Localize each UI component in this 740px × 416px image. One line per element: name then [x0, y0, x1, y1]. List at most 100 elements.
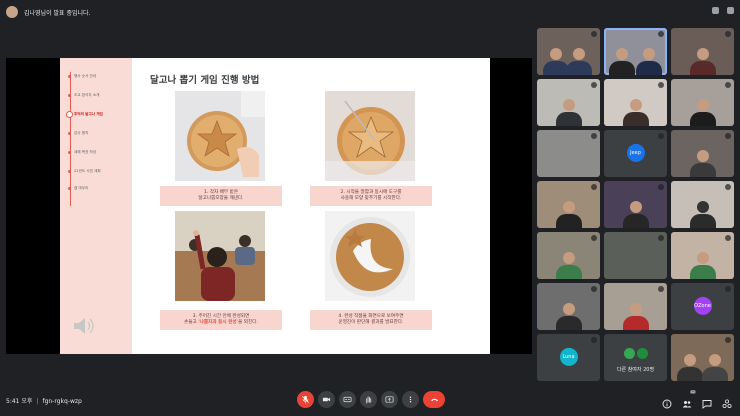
top-actions — [712, 7, 734, 14]
mic-off-icon — [591, 133, 597, 139]
presenter-avatar — [6, 6, 18, 18]
participant-tile[interactable] — [671, 232, 734, 279]
presenter-banner: 김나영님이 발표 중입니다. — [6, 6, 90, 18]
end-call-button[interactable] — [423, 391, 445, 408]
avatar-ozone: OZone — [693, 296, 712, 315]
slide-agenda: 행사 순서 안내 조교 참석자 소개 추억의 달고나 게임 감사 원칙 새해 목… — [60, 58, 132, 354]
avatar-jeep: Jeep — [626, 143, 645, 162]
agenda-step-2: 조교 참석자 소개 — [68, 93, 99, 98]
participant-tile[interactable] — [604, 283, 667, 330]
captions-button[interactable] — [339, 391, 356, 408]
mic-off-icon — [591, 184, 597, 190]
speaker-icon — [74, 318, 94, 334]
meet-window: 김나영님이 발표 중입니다. 행사 순서 안내 조교 참석자 소개 추억의 달고… — [0, 0, 740, 416]
participant-tile[interactable] — [537, 181, 600, 228]
more-avatar-2 — [637, 348, 648, 359]
photo-classroom — [175, 211, 265, 301]
participant-tile[interactable] — [537, 283, 600, 330]
layout-icon[interactable] — [712, 7, 719, 14]
mic-off-icon — [725, 184, 731, 190]
people-button[interactable]: 42 — [682, 390, 696, 408]
more-vert-icon — [409, 396, 412, 403]
participant-tile[interactable] — [671, 28, 734, 75]
mic-off-icon — [591, 31, 597, 37]
side-controls: 42 — [662, 390, 732, 409]
mic-off-icon — [591, 82, 597, 88]
mic-off-icon — [591, 235, 597, 241]
mic-off-icon — [725, 286, 731, 292]
mic-off-icon — [658, 235, 664, 241]
mic-off-icon — [658, 133, 664, 139]
participant-tile[interactable] — [537, 28, 600, 75]
more-participants-label: 다른 참여자 20명 — [616, 367, 655, 373]
participant-tile-jeep[interactable]: Jeep — [604, 130, 667, 177]
shared-screen: 행사 순서 안내 조교 참석자 소개 추억의 달고나 게임 감사 원칙 새해 목… — [6, 58, 532, 354]
caption-step-2: 2. 시작을 말함과 동시에 도구를 사용해 모양 맞추기를 시작한다. — [310, 186, 432, 206]
activities-icon — [722, 399, 732, 409]
mic-off-icon — [725, 82, 731, 88]
participant-tile[interactable] — [671, 181, 734, 228]
participant-tile[interactable] — [671, 79, 734, 126]
meeting-details-button[interactable] — [662, 394, 672, 409]
mic-off-icon — [725, 235, 731, 241]
agenda-step-5: 새해 목표 작성 — [68, 150, 96, 155]
mic-off-icon — [725, 133, 731, 139]
caption-step-3: 3. 주어진 시간 안에 완성되면 손들고 '나뽑자과 동시 완성'을 외친다. — [160, 310, 282, 330]
photo-dalgona-1 — [175, 91, 265, 181]
mic-off-icon — [302, 395, 309, 404]
participant-tile-ozone[interactable]: OZone — [671, 283, 734, 330]
camera-icon — [322, 397, 331, 402]
mic-off-icon — [658, 184, 664, 190]
more-participants-tile[interactable]: 다른 참여자 20명 — [604, 334, 667, 381]
meeting-info: 5:41 오후 | fgn-rgkq-wzp — [6, 398, 82, 405]
participant-tile[interactable] — [604, 181, 667, 228]
participant-tile[interactable] — [671, 130, 734, 177]
mic-off-icon — [591, 337, 597, 343]
info-icon — [662, 399, 672, 409]
meeting-code: fgn-rgkq-wzp — [42, 398, 82, 405]
photo-dalgona-2 — [325, 91, 415, 181]
mic-off-icon — [725, 337, 731, 343]
caption-step-4: 4. 완성 작품을 화면으로 보여주면 운영진이 판단해 결과를 발표한다. — [310, 310, 432, 330]
agenda-step-4: 감사 원칙 — [68, 131, 88, 136]
call-controls — [297, 391, 445, 408]
camera-toggle-button[interactable] — [318, 391, 335, 408]
avatar-luna: Luna — [559, 347, 578, 366]
caption-step-1: 1. 각자 배부 받은 달고나뽑모양을 깨낸다. — [160, 186, 282, 206]
agenda-step-6: 22년도 사업 계획 — [68, 169, 101, 174]
present-icon — [385, 396, 394, 403]
photo-dalgona-finished — [325, 211, 415, 301]
participant-tile[interactable] — [537, 130, 600, 177]
mic-off-icon — [658, 286, 664, 292]
chat-icon — [702, 400, 712, 409]
activities-button[interactable] — [722, 394, 732, 409]
presentation-slide: 행사 순서 안내 조교 참석자 소개 추억의 달고나 게임 감사 원칙 새해 목… — [60, 58, 490, 354]
people-icon — [682, 401, 692, 408]
participant-tile-luna[interactable]: Luna — [537, 334, 600, 381]
meeting-time: 5:41 오후 — [6, 398, 33, 405]
slide-title: 달고나 뽑기 게임 진행 방법 — [150, 75, 260, 86]
captions-icon — [343, 396, 352, 403]
hang-up-icon — [430, 398, 438, 402]
mic-toggle-button[interactable] — [297, 391, 314, 408]
raise-hand-button[interactable] — [360, 391, 377, 408]
more-avatar-1 — [624, 348, 635, 359]
more-options-button[interactable] — [402, 391, 419, 408]
agenda-step-1: 행사 순서 안내 — [68, 74, 96, 79]
presenter-label: 김나영님이 발표 중입니다. — [24, 9, 91, 17]
participant-tile[interactable] — [537, 79, 600, 126]
fullscreen-icon[interactable] — [727, 7, 734, 14]
participant-tile-speaking[interactable] — [604, 28, 667, 75]
participant-tile[interactable] — [604, 79, 667, 126]
participant-tile[interactable] — [604, 232, 667, 279]
participant-tile[interactable] — [537, 232, 600, 279]
participant-tile[interactable] — [671, 334, 734, 381]
present-button[interactable] — [381, 391, 398, 408]
mic-off-icon — [591, 286, 597, 292]
agenda-line — [70, 72, 71, 206]
mic-off-icon — [725, 31, 731, 37]
chat-button[interactable] — [702, 394, 712, 409]
people-count: 42 — [689, 390, 696, 394]
mic-off-icon — [658, 82, 664, 88]
agenda-step-7: 캠 마무리 — [68, 186, 88, 191]
